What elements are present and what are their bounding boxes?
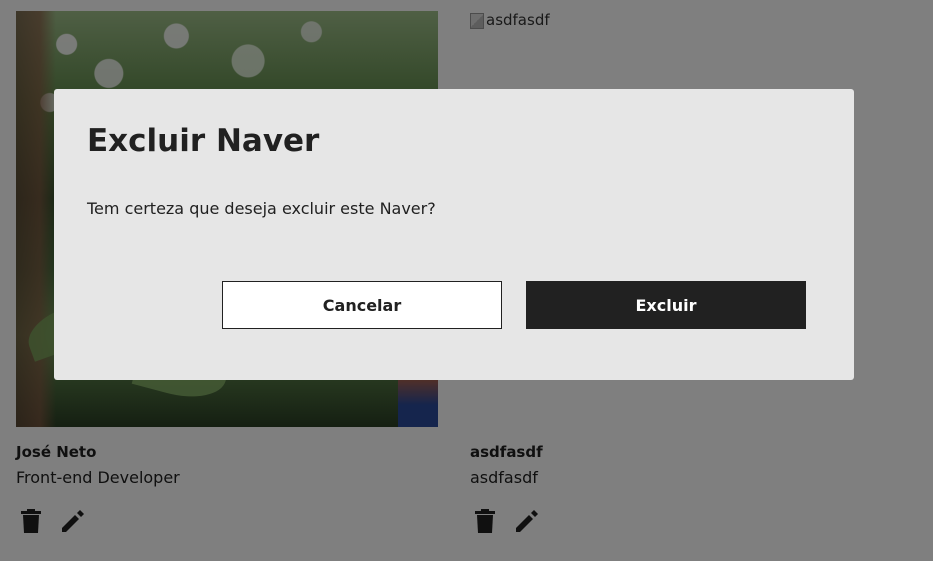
modal-message: Tem certeza que deseja excluir este Nave… [87, 199, 436, 218]
cancel-button[interactable]: Cancelar [222, 281, 502, 329]
delete-confirm-modal: Excluir Naver Tem certeza que deseja exc… [54, 89, 854, 380]
naver-list-page: José Neto Front-end Developer asdfasdf [0, 0, 933, 561]
confirm-delete-button[interactable]: Excluir [526, 281, 806, 329]
modal-title: Excluir Naver [87, 123, 320, 159]
